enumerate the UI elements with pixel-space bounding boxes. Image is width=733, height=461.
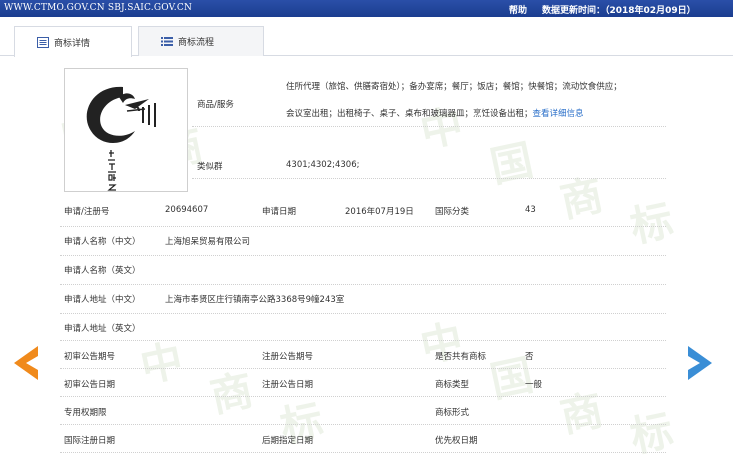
list-icon [161, 36, 173, 47]
exclusive-period-label: 专用权期限 [64, 408, 107, 418]
tab-label: 商标流程 [178, 38, 215, 48]
trademark-logo-graphic [86, 86, 156, 191]
top-bar: WWW.CTMO.GOV.CN SBJ.SAIC.GOV.CN 帮助 数据更新时… [0, 0, 733, 17]
address-cn-label: 申请人地址（中文） [64, 295, 141, 305]
address-en-label: 申请人地址（英文） [64, 324, 141, 334]
intl-reg-date-label: 国际注册日期 [64, 436, 116, 446]
similar-group-value: 4301;4302;4306; [286, 160, 360, 170]
divider [60, 226, 666, 227]
goods-label: 商品/服务 [197, 100, 234, 110]
applicant-cn-label: 申请人名称（中文） [64, 237, 141, 247]
shared-value: 否 [525, 352, 534, 362]
prelim-date-label: 初审公告日期 [64, 380, 116, 390]
tab-trademark-detail[interactable]: 商标详情 [14, 26, 132, 57]
applicant-en-label: 申请人名称（英文） [64, 266, 141, 276]
reg-no-value: 20694607 [165, 205, 209, 215]
watermark-char: 商 [555, 170, 608, 227]
reg-pub-date-label: 注册公告日期 [262, 380, 314, 390]
goods-line-2: 会议室出租；出租椅子、桌子、桌布和玻璃器皿；烹饪设备出租；查看详细信息 [286, 107, 622, 121]
later-date-label: 后期指定日期 [262, 436, 314, 446]
reg-pub-no-label: 注册公告期号 [262, 352, 314, 362]
divider [60, 313, 666, 314]
document-icon [37, 36, 49, 48]
divider [192, 126, 666, 127]
intl-class-value: 43 [525, 205, 536, 215]
watermark-char: 国 [485, 135, 538, 192]
divider [60, 452, 666, 453]
watermark-char: 中 [135, 335, 188, 392]
divider [60, 284, 666, 285]
goods-line: 住所代理（旅馆、供膳寄宿处）；备办宴席；餐厅；饭店；餐馆；快餐馆；流动饮食供应； [286, 82, 622, 92]
reg-no-label: 申请/注册号 [64, 207, 110, 217]
divider [60, 368, 666, 369]
divider [192, 178, 666, 179]
goods-services-text: 住所代理（旅馆、供膳寄宿处）；备办宴席；餐厅；饭店；餐馆；快餐馆；流动饮食供应；… [286, 80, 622, 121]
tab-trademark-flow[interactable]: 商标流程 [138, 26, 264, 56]
tab-bar: 商标详情 商标流程 [0, 24, 733, 57]
update-time: 数据更新时间：（2018年02月09日） [542, 6, 696, 16]
goods-line: 会议室出租；出租椅子、桌子、桌布和玻璃器皿；烹饪设备出租； [286, 109, 533, 119]
app-date-value: 2016年07月19日 [345, 207, 414, 217]
tm-type-label: 商标类型 [435, 380, 470, 390]
intl-class-label: 国际分类 [435, 207, 470, 217]
similar-group-label: 类似群 [197, 162, 223, 172]
watermark-char: 标 [625, 195, 678, 252]
view-details-link[interactable]: 查看详细信息 [533, 109, 584, 119]
shared-label: 是否共有商标 [435, 352, 487, 362]
next-arrow-icon[interactable] [686, 346, 712, 380]
help-link[interactable]: 帮助 [509, 3, 527, 16]
tab-label: 商标详情 [54, 38, 91, 49]
applicant-cn-value: 上海旭呆贸易有限公司 [165, 237, 251, 247]
tm-type-value: 一般 [525, 380, 543, 390]
watermark-char: 商 [205, 365, 258, 422]
address-cn-value: 上海市奉贤区庄行镇南亭公路3368号9幢243室 [165, 295, 345, 305]
divider [60, 340, 666, 341]
watermark-char: 商 [555, 385, 608, 442]
prelim-no-label: 初审公告期号 [64, 352, 116, 362]
divider [60, 396, 666, 397]
divider [60, 424, 666, 425]
priority-date-label: 优先权日期 [435, 436, 478, 446]
app-date-label: 申请日期 [262, 207, 297, 217]
prev-arrow-icon[interactable] [14, 346, 40, 380]
site-address: WWW.CTMO.GOV.CN SBJ.SAIC.GOV.CN [4, 3, 193, 13]
trademark-image [64, 68, 188, 192]
divider [60, 255, 666, 256]
tm-form-label: 商标形式 [435, 408, 470, 418]
